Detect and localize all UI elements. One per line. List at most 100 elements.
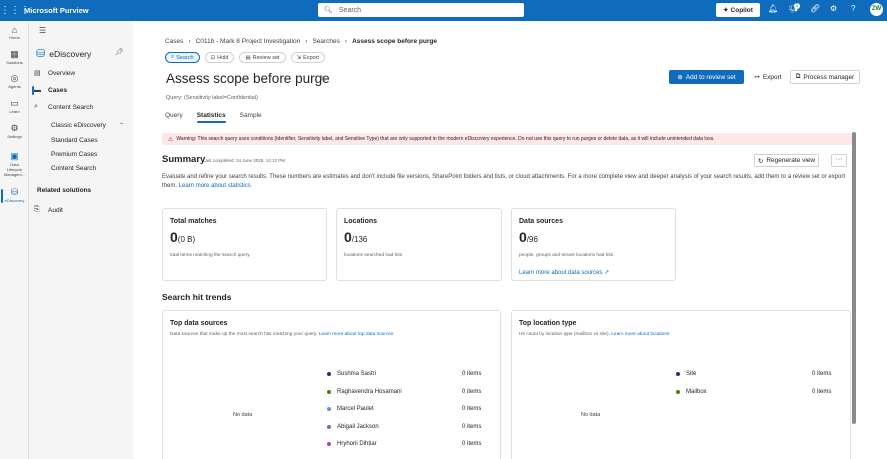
rail-label: Settings: [7, 134, 22, 139]
legend-dot: [676, 372, 680, 376]
agents-icon: ◎: [10, 73, 19, 83]
export-icon: ⇲: [296, 54, 302, 61]
summary-description-text: Evaluate and refine your search results.…: [162, 174, 846, 189]
legend-item[interactable]: Abigail Jackson: [327, 424, 379, 430]
rail-home[interactable]: ⌂ Home: [0, 25, 29, 40]
page-title: Assess scope before purge: [166, 71, 330, 86]
warning-text: Warning: This search query uses conditio…: [176, 136, 715, 142]
card-value: 0(0 B): [170, 229, 195, 245]
breadcrumb-case[interactable]: C011b - Mark 8 Project Investigation: [196, 38, 301, 45]
help-icon[interactable]: ?: [851, 4, 855, 13]
learn-more-top-sources-link[interactable]: Learn more about top data sources: [319, 332, 394, 337]
rail-ediscovery[interactable]: ⛁ eDiscovery: [0, 187, 29, 203]
legend-name: Hryhorii Dihtiar: [337, 441, 377, 447]
legend-name: Mailbox: [686, 389, 707, 395]
more-options-button[interactable]: ···: [831, 154, 847, 167]
learn-more-data-sources-link[interactable]: Learn more about data sources ↗: [519, 269, 609, 276]
process-manager-button[interactable]: ⧉ Process manager: [790, 70, 860, 84]
app-name[interactable]: Microsoft Purview: [24, 6, 89, 15]
search-input[interactable]: 🔍︎ Search: [318, 3, 524, 17]
copilot-button[interactable]: ✦ Copilot: [716, 3, 760, 17]
legend-item[interactable]: Site: [676, 371, 696, 377]
copilot-label: Copilot: [730, 6, 753, 14]
rail-data-lifecycle[interactable]: ▣ Data Lifecycle Managem...: [0, 151, 29, 177]
card-suffix: (0 B): [177, 235, 196, 244]
card-title: Data sources: [519, 218, 563, 225]
legend-value: 0 items: [812, 389, 832, 395]
pencil-icon[interactable]: ✎: [319, 74, 327, 85]
breadcrumb-current: Assess scope before purge: [352, 38, 437, 45]
query-summary: Query: (Sensitivity label=Confidential): [166, 95, 258, 101]
add-to-review-set-button[interactable]: ⊕ Add to review set: [669, 70, 744, 84]
legend-dot: [327, 390, 331, 394]
nav-classic-ediscovery[interactable]: Classic eDiscovery: [51, 122, 106, 129]
legend-item[interactable]: Mailbox: [676, 389, 707, 395]
nav-label: Audit: [48, 206, 63, 214]
nav-content-search[interactable]: ⌕ Content Search: [34, 101, 129, 113]
legend-value: 0 items: [462, 406, 482, 412]
more-icon: ···: [835, 156, 843, 163]
chevron-right-icon: ›: [188, 38, 191, 45]
legend-item[interactable]: Raghavendra Hosamani: [327, 389, 402, 395]
legend-dot: [327, 425, 331, 429]
card-description: locations searched had hits: [344, 253, 403, 258]
nav-premium-cases[interactable]: Premium Cases: [51, 151, 97, 158]
bell-icon[interactable]: 🔔︎: [768, 4, 778, 13]
chip-export[interactable]: ⇲ Export: [290, 52, 326, 63]
rail-solutions[interactable]: ▦ Solutions: [0, 49, 29, 65]
nav-overview[interactable]: ▤ Overview: [34, 67, 129, 79]
hamburger-icon[interactable]: ☰: [39, 26, 46, 35]
process-icon: ⧉: [795, 73, 801, 80]
refresh-icon: ↻: [757, 157, 764, 165]
chip-hold[interactable]: ⊡ Hold: [204, 52, 235, 63]
nav-standard-cases[interactable]: Standard Cases: [51, 137, 98, 144]
nav-related-heading: Related solutions: [37, 187, 92, 194]
chip-review-set[interactable]: ▤ Review set: [239, 52, 286, 63]
rail-label: Data Lifecycle Managem...: [3, 162, 26, 177]
learn-more-statistics-link[interactable]: Learn more about statistics: [179, 183, 251, 189]
chevron-up-icon[interactable]: ⌃: [119, 122, 124, 129]
tab-sample[interactable]: Sample: [240, 112, 262, 123]
breadcrumb-cases[interactable]: Cases: [165, 38, 183, 45]
nav-audit[interactable]: ⎘ Audit: [34, 204, 129, 216]
legend-name: Marcel Paulet: [337, 406, 374, 412]
legend-name: Raghavendra Hosamani: [337, 389, 402, 395]
pin-icon[interactable]: 📌︎: [115, 48, 124, 56]
legend-item[interactable]: Hryhorii Dihtiar: [327, 441, 377, 447]
chip-search[interactable]: ⌕ Search: [165, 52, 200, 63]
app-launcher-icon[interactable]: ⋮⋮⋮: [0, 5, 30, 16]
rail-learn[interactable]: ▭ Learn: [0, 98, 29, 114]
learn-more-locations-link[interactable]: Learn more about locations: [611, 332, 669, 337]
nav-cases[interactable]: ▬ Cases: [32, 84, 129, 96]
vertical-scrollbar[interactable]: [852, 132, 856, 424]
legend-item[interactable]: Marcel Paulet: [327, 406, 374, 412]
legend-item[interactable]: Sushma Sastri: [327, 371, 376, 377]
tab-query[interactable]: Query: [165, 112, 183, 123]
legend-value: 0 items: [462, 424, 482, 430]
legend-dot: [327, 372, 331, 376]
card-locations: Locations 0/136 locations searched had h…: [336, 208, 502, 281]
gear-icon[interactable]: ⚙: [830, 4, 837, 13]
regenerate-view-button[interactable]: ↻ Regenerate view: [754, 154, 819, 167]
tab-statistics[interactable]: Statistics: [196, 112, 226, 123]
rail-agents[interactable]: ◎ Agents: [0, 73, 29, 89]
card-description: total items matching the search query: [170, 253, 250, 258]
card-description: people, groups and tenant locations had …: [519, 253, 614, 258]
nav-classic-content-search[interactable]: Content Search: [51, 165, 96, 172]
card-number: 0: [519, 229, 527, 245]
nav-app-title-text: eDiscovery: [49, 48, 92, 59]
card-number: 0: [170, 229, 178, 245]
rail-settings[interactable]: ⚙ Settings: [0, 123, 29, 139]
chip-label: Review set: [252, 54, 280, 61]
cases-icon: ▬: [34, 86, 41, 94]
home-icon: ⌂: [11, 25, 18, 35]
breadcrumb-searches[interactable]: Searches: [312, 38, 339, 45]
legend-value: 0 items: [462, 389, 482, 395]
export-button[interactable]: ↦ Export: [748, 70, 788, 84]
chip-label: Export: [303, 54, 320, 61]
warning-banner: ⚠ Warning: This search query uses condit…: [162, 133, 853, 145]
legend-dot: [327, 407, 331, 411]
link-icon[interactable]: 🔗︎: [810, 4, 820, 13]
avatar[interactable]: ZW: [870, 3, 883, 16]
copilot-icon: ✦: [723, 7, 729, 14]
